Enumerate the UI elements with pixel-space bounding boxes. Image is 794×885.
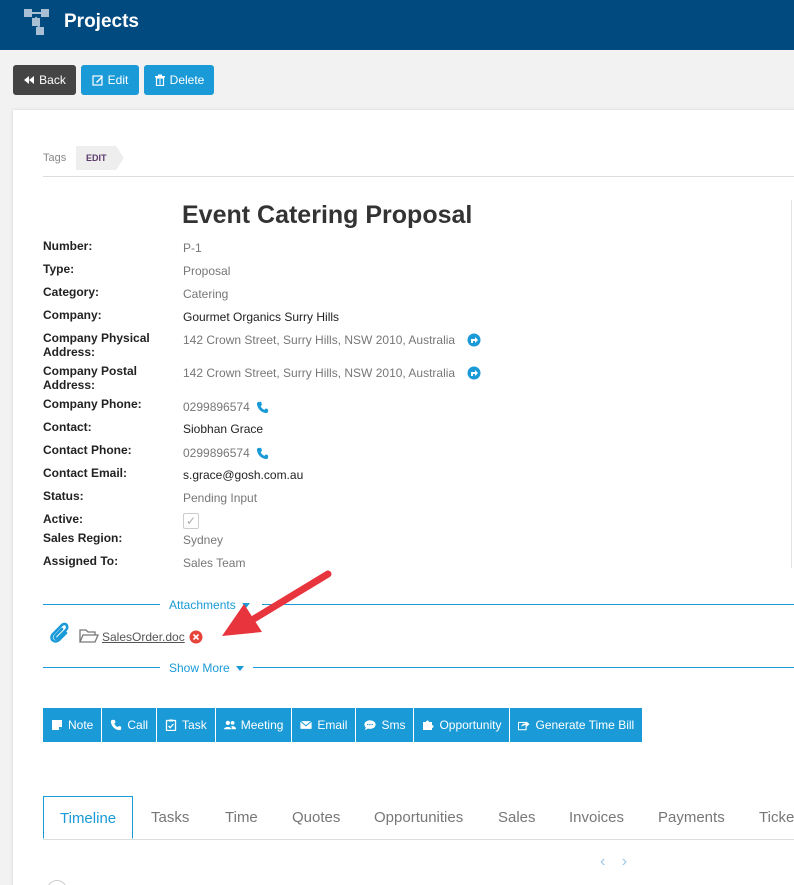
call-button[interactable]: Call	[102, 708, 158, 742]
divider	[43, 604, 160, 605]
tags-edit-button[interactable]: EDIT	[76, 146, 124, 170]
tags-label: Tags	[43, 152, 67, 164]
folder-open-icon	[79, 629, 99, 643]
phone-icon[interactable]	[256, 401, 269, 414]
remove-attachment-icon[interactable]	[189, 630, 203, 644]
field-value-number: P-1	[183, 241, 202, 255]
field-label-category: Category:	[43, 285, 100, 299]
field-value-postal-address: 142 Crown Street, Surry Hills, NSW 2010,…	[183, 366, 481, 380]
tab-tasks[interactable]: Tasks	[151, 796, 189, 839]
tab-opportunities[interactable]: Opportunities	[374, 796, 463, 839]
call-button-label: Call	[127, 718, 149, 732]
map-direction-icon[interactable]	[467, 366, 481, 380]
field-value-physical-address: 142 Crown Street, Surry Hills, NSW 2010,…	[183, 333, 481, 347]
delete-button[interactable]: Delete	[144, 65, 214, 95]
field-label-contact-email: Contact Email:	[43, 466, 128, 480]
delete-button-label: Delete	[169, 73, 205, 87]
email-button[interactable]: Email	[292, 708, 357, 742]
field-label-sales-region: Sales Region:	[43, 531, 123, 545]
note-icon	[52, 720, 62, 730]
field-value-company[interactable]: Gourmet Organics Surry Hills	[183, 310, 339, 324]
puzzle-icon	[423, 720, 434, 730]
task-button-label: Task	[182, 718, 207, 732]
note-button-label: Note	[68, 718, 94, 732]
red-arrow-annotation	[222, 570, 332, 636]
field-label-type: Type:	[43, 262, 75, 276]
field-label-company: Company:	[43, 308, 102, 322]
chat-bubble-icon	[364, 720, 377, 731]
field-value-type: Proposal	[183, 264, 231, 278]
field-value-company-phone: 0299896574	[183, 400, 269, 414]
field-label-assigned-to: Assigned To:	[43, 554, 119, 568]
meeting-button-label: Meeting	[240, 718, 284, 732]
divider	[791, 200, 792, 568]
tabs-divider	[43, 839, 794, 840]
meeting-button[interactable]: Meeting	[215, 708, 293, 742]
page-title: Projects	[64, 11, 139, 32]
field-label-contact-phone: Contact Phone:	[43, 443, 132, 457]
generate-time-bill-button[interactable]: Generate Time Bill	[510, 708, 644, 742]
show-more-label: Show More	[169, 661, 230, 675]
divider	[43, 667, 160, 668]
field-label-status: Status:	[43, 489, 84, 503]
users-icon	[223, 720, 236, 730]
field-label-active: Active:	[43, 512, 84, 526]
divider	[262, 604, 794, 605]
field-value-active: ✓	[183, 513, 199, 529]
edit-button[interactable]: Edit	[81, 65, 139, 95]
opportunity-button[interactable]: Opportunity	[414, 708, 511, 742]
opportunity-button-label: Opportunity	[439, 718, 502, 732]
edit-icon	[92, 75, 103, 86]
field-label-contact: Contact:	[43, 420, 92, 434]
back-button[interactable]: Back	[13, 65, 76, 95]
clipboard-check-icon	[165, 719, 177, 731]
sms-button[interactable]: Sms	[356, 708, 415, 742]
app-header: Projects	[0, 0, 794, 50]
field-value-contact-email[interactable]: s.grace@gosh.com.au	[183, 468, 303, 482]
field-value-contact[interactable]: Siobhan Grace	[183, 422, 263, 436]
hierarchy-icon	[24, 9, 49, 35]
phone-icon[interactable]	[256, 447, 269, 460]
tab-timeline[interactable]: Timeline	[43, 796, 134, 839]
field-label-number: Number:	[43, 239, 93, 253]
share-icon	[518, 721, 531, 731]
tab-invoices[interactable]: Invoices	[569, 796, 624, 839]
map-direction-icon[interactable]	[467, 333, 481, 347]
active-checkbox[interactable]: ✓	[183, 513, 199, 529]
trash-icon	[154, 74, 165, 86]
record-title: Event Catering Proposal	[182, 201, 473, 229]
divider	[43, 176, 794, 177]
email-button-label: Email	[317, 718, 348, 732]
generate-time-bill-button-label: Generate Time Bill	[535, 718, 635, 732]
field-label-postal-address: Company Postal Address:	[43, 364, 138, 392]
back-button-label: Back	[39, 73, 66, 87]
pager-arrows[interactable]: ‹ ›	[600, 853, 633, 871]
paperclip-icon	[50, 622, 69, 643]
tab-payments[interactable]: Payments	[658, 796, 725, 839]
attachment-file-link[interactable]: SalesOrder.doc	[102, 630, 185, 644]
task-button[interactable]: Task	[157, 708, 216, 742]
tab-sales[interactable]: Sales	[498, 796, 536, 839]
tab-quotes[interactable]: Quotes	[292, 796, 340, 839]
field-value-status: Pending Input	[183, 491, 258, 505]
note-button[interactable]: Note	[43, 708, 103, 742]
field-value-contact-phone: 0299896574	[183, 446, 269, 460]
tab-tickets[interactable]: Ticke	[759, 796, 794, 839]
divider	[253, 667, 794, 668]
double-chevron-left-icon	[24, 76, 35, 84]
show-more-toggle[interactable]: Show More	[169, 661, 244, 675]
caret-down-icon	[235, 665, 244, 671]
field-label-company-phone: Company Phone:	[43, 397, 142, 411]
field-value-sales-region: Sydney	[183, 533, 224, 547]
edit-button-label: Edit	[107, 73, 129, 87]
sms-button-label: Sms	[381, 718, 406, 732]
tab-time[interactable]: Time	[225, 796, 258, 839]
envelope-icon	[300, 720, 313, 729]
field-label-physical-address: Company Physical Address:	[43, 331, 150, 359]
field-value-category: Catering	[183, 287, 229, 301]
phone-icon	[111, 719, 122, 731]
activity-toolbar: Note Call Task Meeting Email Sms Opportu…	[43, 708, 644, 742]
